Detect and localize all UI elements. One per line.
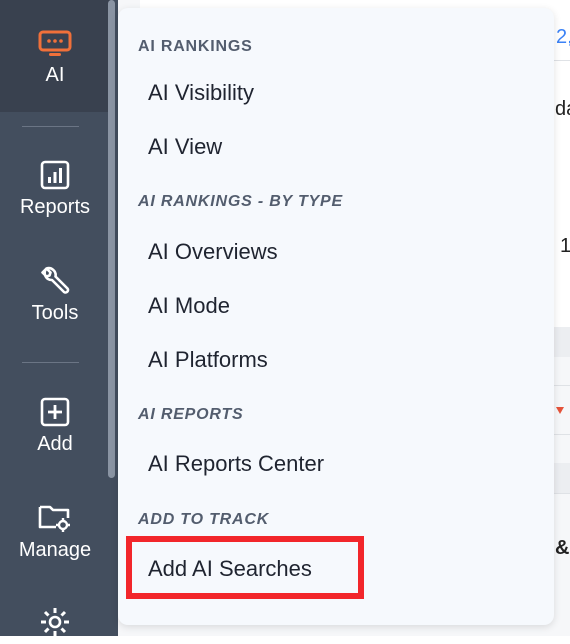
- menu-item-ai-mode[interactable]: AI Mode: [148, 293, 230, 319]
- bar-chart-icon: [40, 160, 70, 190]
- sidebar-item-label: AI: [45, 64, 65, 86]
- menu-item-ai-reports-center[interactable]: AI Reports Center: [148, 451, 324, 477]
- highlight-box: [126, 536, 364, 599]
- sidebar-item-settings[interactable]: [0, 606, 110, 644]
- menu-item-ai-visibility[interactable]: AI Visibility: [148, 80, 254, 106]
- sidebar-item-label: Tools: [31, 302, 79, 324]
- bg-text-fragment: 1: [560, 235, 570, 257]
- menu-item-ai-platforms[interactable]: AI Platforms: [148, 347, 268, 373]
- sidebar-divider: [22, 362, 79, 363]
- menu-item-ai-overviews[interactable]: AI Overviews: [148, 239, 278, 265]
- sidebar-item-add[interactable]: Add: [0, 397, 110, 456]
- sidebar-item-label: Reports: [19, 196, 91, 218]
- bg-text-fragment: &: [555, 537, 570, 559]
- bg-link-fragment[interactable]: 2,: [556, 26, 570, 49]
- sidebar-item-tools[interactable]: Tools: [0, 266, 110, 325]
- plus-square-icon: [40, 397, 70, 427]
- sidebar-scrollbar[interactable]: [108, 0, 115, 478]
- sidebar-divider: [22, 126, 79, 127]
- ai-monitor-icon: [38, 30, 72, 56]
- sidebar-item-ai[interactable]: AI: [0, 0, 110, 112]
- section-title-ai-rankings-by-type: AI RANKINGS - BY TYPE: [138, 193, 343, 210]
- section-title-add-to-track: ADD TO TRACK: [138, 511, 270, 528]
- sidebar-item-label: Add: [37, 433, 73, 455]
- settings-gear-icon: [41, 608, 69, 636]
- folder-gear-icon: [38, 505, 70, 532]
- bg-text-fragment: da: [555, 98, 570, 120]
- trend-down-icon: [556, 407, 564, 414]
- sidebar-item-manage[interactable]: Manage: [0, 503, 110, 562]
- sidebar: AI Reports Tools Add Manage: [0, 0, 118, 636]
- ai-dropdown-menu: AI RANKINGS AI Visibility AI View AI RAN…: [118, 8, 554, 625]
- menu-item-ai-view[interactable]: AI View: [148, 134, 222, 160]
- section-title-ai-reports: AI REPORTS: [138, 406, 244, 423]
- section-title-ai-rankings: AI RANKINGS: [138, 38, 253, 55]
- sidebar-item-label: Manage: [18, 539, 92, 561]
- sidebar-item-reports[interactable]: Reports: [0, 160, 110, 219]
- wrench-icon: [41, 266, 70, 294]
